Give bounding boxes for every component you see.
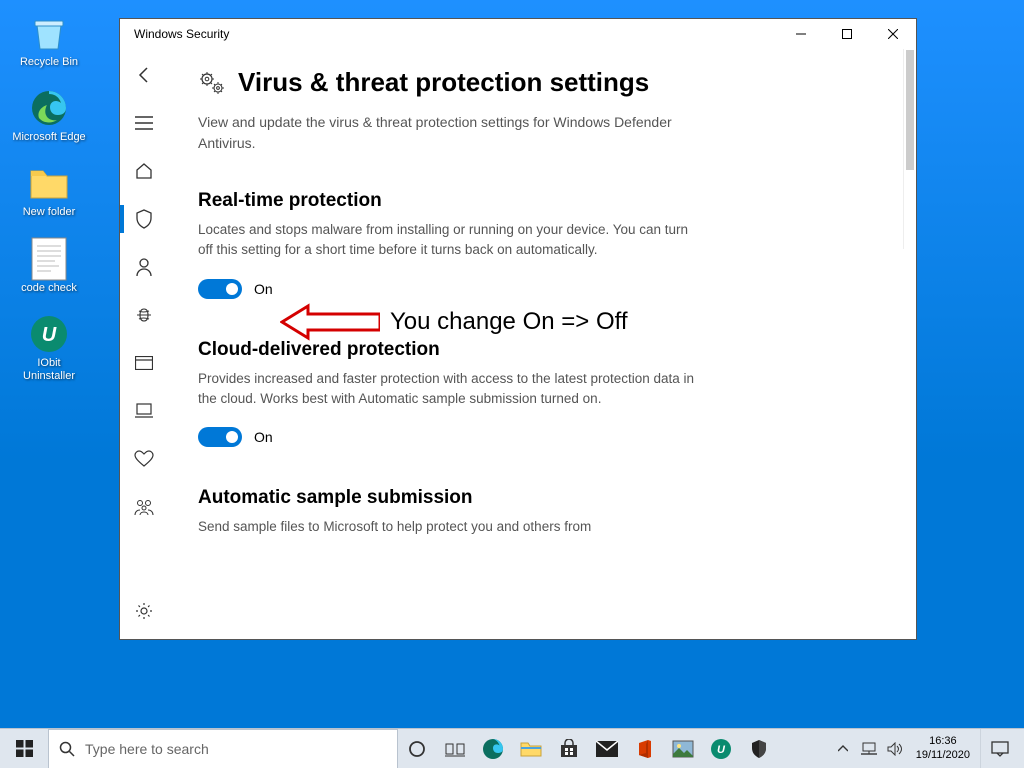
realtime-title: Real-time protection [198, 190, 886, 212]
family-icon[interactable] [120, 487, 168, 527]
search-placeholder: Type here to search [85, 741, 209, 757]
cloud-toggle[interactable] [198, 427, 242, 447]
virus-settings-icon [198, 70, 226, 96]
sidebar [120, 49, 168, 639]
tray-overflow-icon[interactable] [832, 729, 854, 768]
page-title: Virus & threat protection settings [238, 67, 649, 98]
desktop: Recycle Bin Microsoft Edge New folder co… [0, 0, 1024, 768]
iobit-taskbar-icon[interactable]: U [702, 729, 740, 768]
svg-text:U: U [42, 324, 57, 346]
device-security-icon[interactable] [120, 391, 168, 431]
page-subtitle: View and update the virus & threat prote… [198, 112, 698, 154]
cloud-desc: Provides increased and faster protection… [198, 369, 698, 410]
auto-desc: Send sample files to Microsoft to help p… [198, 517, 698, 537]
window-title: Windows Security [134, 27, 229, 41]
real-time-protection-section: Real-time protection Locates and stops m… [198, 190, 886, 299]
tray-network-icon[interactable] [858, 729, 880, 768]
account-icon[interactable] [120, 247, 168, 287]
cloud-title: Cloud-delivered protection [198, 339, 886, 361]
auto-title: Automatic sample submission [198, 487, 886, 509]
taskbar: Type here to search U 16:36 19/11/2020 [0, 728, 1024, 768]
taskbar-apps: U [398, 729, 778, 768]
scrollbar[interactable] [903, 49, 915, 249]
home-icon[interactable] [120, 151, 168, 191]
recycle-bin-icon[interactable]: Recycle Bin [12, 12, 86, 69]
desktop-icons: Recycle Bin Microsoft Edge New folder co… [12, 12, 92, 401]
explorer-taskbar-icon[interactable] [512, 729, 550, 768]
back-button[interactable] [120, 55, 168, 95]
firewall-icon[interactable] [120, 295, 168, 335]
iobit-uninstaller-icon[interactable]: U IObit Uninstaller [12, 313, 86, 383]
realtime-toggle[interactable] [198, 279, 242, 299]
store-taskbar-icon[interactable] [550, 729, 588, 768]
maximize-button[interactable] [824, 19, 870, 49]
code-check-icon[interactable]: code check [12, 238, 86, 295]
app-browser-icon[interactable] [120, 343, 168, 383]
system-tray: 16:36 19/11/2020 [832, 729, 1024, 768]
windows-security-window: Windows Security [119, 18, 917, 640]
realtime-desc: Locates and stops malware from installin… [198, 220, 698, 261]
task-view-icon[interactable] [436, 729, 474, 768]
taskbar-clock[interactable]: 16:36 19/11/2020 [910, 735, 976, 761]
settings-icon[interactable] [120, 591, 168, 631]
cortana-icon[interactable] [398, 729, 436, 768]
search-box[interactable]: Type here to search [48, 729, 398, 768]
titlebar[interactable]: Windows Security [120, 19, 916, 49]
svg-text:U: U [717, 744, 726, 756]
edge-icon[interactable]: Microsoft Edge [12, 87, 86, 144]
realtime-toggle-label: On [254, 281, 273, 297]
search-icon [59, 741, 75, 757]
pictures-taskbar-icon[interactable] [664, 729, 702, 768]
clock-date: 19/11/2020 [916, 749, 970, 762]
edge-taskbar-icon[interactable] [474, 729, 512, 768]
shield-icon[interactable] [120, 199, 168, 239]
device-health-icon[interactable] [120, 439, 168, 479]
cloud-toggle-label: On [254, 429, 273, 445]
new-folder-icon[interactable]: New folder [12, 162, 86, 219]
auto-sample-section: Automatic sample submission Send sample … [198, 487, 886, 537]
office-taskbar-icon[interactable] [626, 729, 664, 768]
action-center-icon[interactable] [980, 729, 1018, 768]
cloud-protection-section: Cloud-delivered protection Provides incr… [198, 339, 886, 448]
mail-taskbar-icon[interactable] [588, 729, 626, 768]
close-button[interactable] [870, 19, 916, 49]
start-button[interactable] [0, 729, 48, 768]
minimize-button[interactable] [778, 19, 824, 49]
clock-time: 16:36 [916, 735, 970, 748]
tray-volume-icon[interactable] [884, 729, 906, 768]
content-area: Virus & threat protection settings View … [168, 49, 916, 639]
security-taskbar-icon[interactable] [740, 729, 778, 768]
menu-button[interactable] [120, 103, 168, 143]
